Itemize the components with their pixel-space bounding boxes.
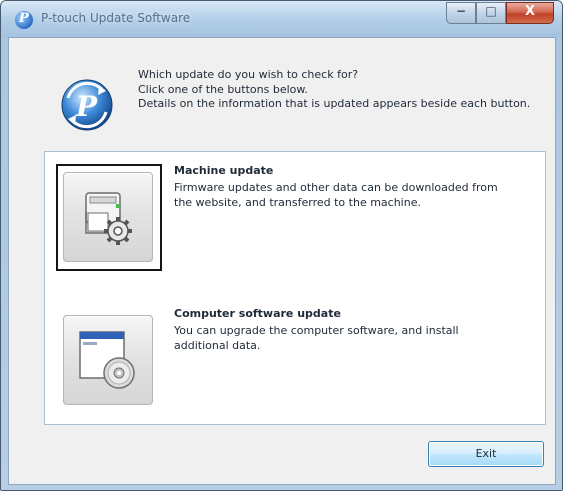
exit-button[interactable]: Exit — [428, 441, 544, 467]
update-options-panel: Machine update Firmware updates and othe… — [44, 151, 546, 425]
close-button[interactable]: X — [506, 2, 554, 24]
window-title: P-touch Update Software — [41, 11, 191, 25]
minimize-icon: − — [455, 4, 467, 18]
computer-software-update-description: You can upgrade the computer software, a… — [174, 324, 459, 352]
minimize-button[interactable]: − — [446, 2, 476, 24]
computer-software-update-title: Computer software update — [174, 307, 341, 320]
maximize-icon: □ — [485, 4, 497, 18]
machine-update-title: Machine update — [174, 164, 274, 177]
ptouch-update-logo-icon: P — [61, 79, 113, 131]
intro-line: Which update do you wish to check for? — [138, 68, 359, 81]
intro-line: Details on the information that is updat… — [138, 97, 531, 110]
app-window: P P-touch Update Software − □ X P Which … — [0, 0, 563, 491]
caption-buttons: − □ X — [446, 2, 554, 24]
close-icon: X — [524, 4, 536, 19]
computer-software-update-button[interactable] — [63, 315, 153, 405]
app-logo-icon: P — [15, 11, 33, 29]
maximize-button[interactable]: □ — [476, 2, 506, 24]
window-disc-icon — [79, 331, 135, 389]
intro-line: Click one of the buttons below. — [138, 82, 308, 96]
printer-gear-icon — [85, 192, 132, 245]
title-bar[interactable]: P P-touch Update Software − □ X — [1, 1, 562, 37]
machine-update-description: Firmware updates and other data can be d… — [174, 181, 498, 209]
machine-update-button[interactable] — [63, 172, 153, 262]
intro-text: Which update do you wish to check for? C… — [138, 68, 538, 112]
svg-text:P: P — [75, 90, 98, 123]
dialog-body: P Which update do you wish to check for?… — [8, 37, 556, 485]
